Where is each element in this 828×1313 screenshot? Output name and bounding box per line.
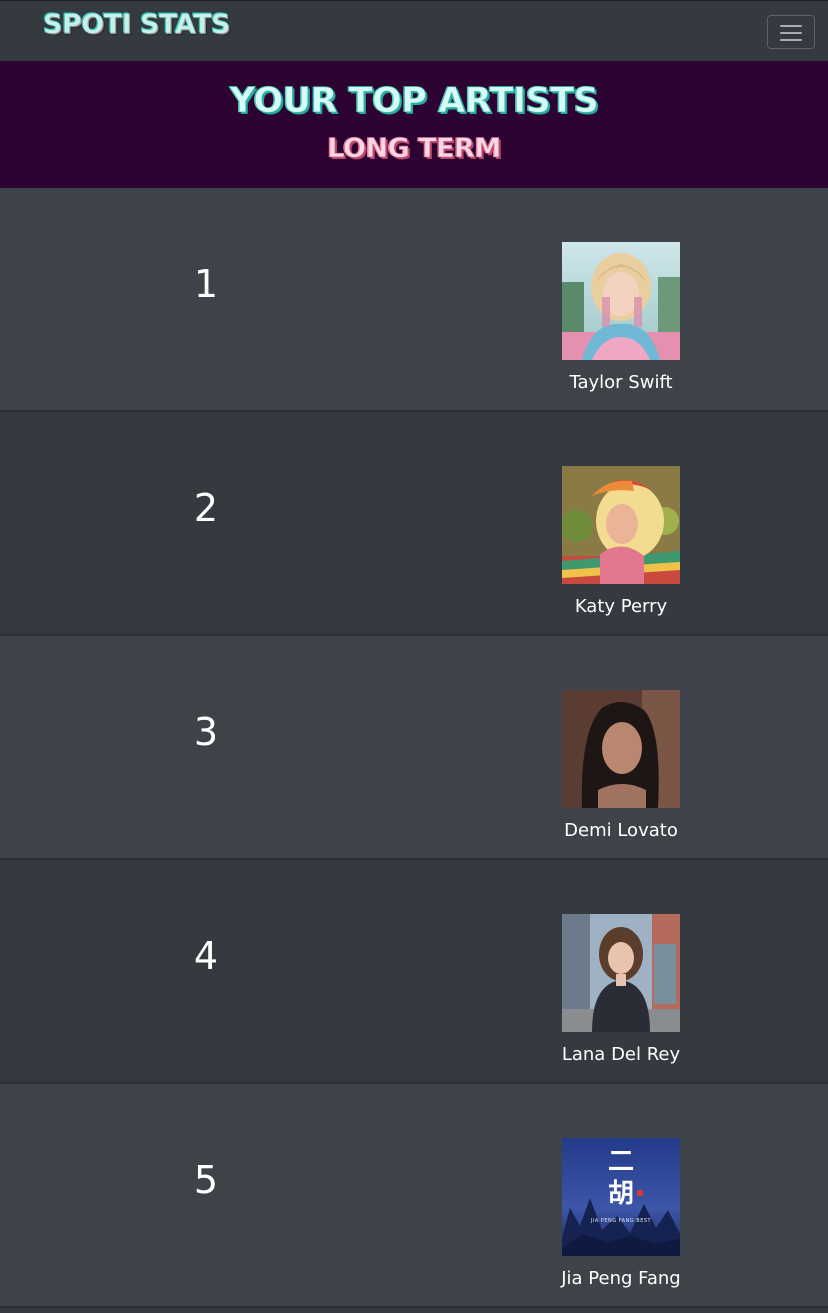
artist-row[interactable]: 1 Taylor Swift [0,188,828,412]
artist-rank: 4 [193,934,219,978]
artist-row[interactable]: 2 Katy Perry [0,412,828,636]
hamburger-menu-icon-bar [780,32,802,34]
menu-toggle-button[interactable] [767,15,815,49]
artist-image[interactable] [562,466,680,584]
artist-image[interactable] [562,914,680,1032]
artist-name[interactable]: Jia Peng Fang [520,1268,722,1289]
time-range-subtitle: LONG TERM [327,133,502,165]
svg-text:二: 二 [608,1147,634,1177]
artist-rank: 1 [193,262,219,306]
artist-name[interactable]: Lana Del Rey [520,1044,722,1065]
artist-image[interactable] [562,242,680,360]
album-art-image[interactable]: 二 胡 JIA PENG FANG BEST [562,1138,680,1256]
artist-row[interactable]: 3 Demi Lovato [0,636,828,860]
hamburger-menu-icon-bar [780,39,802,41]
artist-image[interactable] [562,690,680,808]
artist-name[interactable]: Katy Perry [520,596,722,617]
artist-rank: 2 [193,486,219,530]
artist-rank: 3 [193,710,219,754]
hamburger-menu-icon [780,25,802,27]
navbar: SPOTI STATS [0,0,828,61]
artist-name[interactable]: Demi Lovato [520,820,722,841]
artist-row[interactable]: 5 二 胡 JIA PENG FANG BEST Jia Peng Fang [0,1084,828,1308]
artist-rank: 5 [193,1158,219,1202]
artist-row[interactable]: 4 Lana Del Rey [0,860,828,1084]
page-header: YOUR TOP ARTISTS LONG TERM [0,61,828,188]
artist-list: 1 Taylor Swift 2 Katy Perry 3 Demi Lovat… [0,188,828,1308]
page-title: YOUR TOP ARTISTS [229,81,599,122]
svg-text:JIA PENG FANG BEST: JIA PENG FANG BEST [590,1218,652,1224]
artist-name[interactable]: Taylor Swift [520,372,722,393]
svg-text:胡: 胡 [608,1179,634,1209]
brand-logo[interactable]: SPOTI STATS [43,9,231,41]
